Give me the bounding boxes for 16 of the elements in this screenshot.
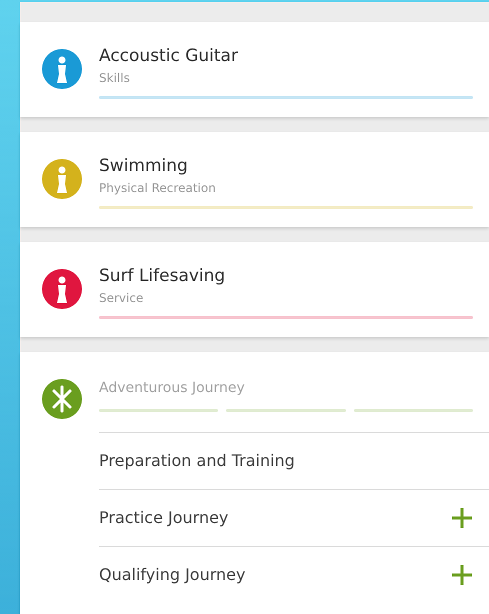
activity-title: Accoustic Guitar (99, 45, 239, 67)
journey-step[interactable]: Preparation and Training (99, 449, 295, 473)
activity-card[interactable]: Adventurous Journey Preparation and Training Practice Journey Qualifying Journey (20, 352, 489, 614)
activity-card[interactable]: Accoustic Guitar Skills (20, 22, 489, 117)
journey-step[interactable]: Practice Journey (99, 506, 228, 530)
activity-category: Skills (99, 70, 131, 87)
add-icon[interactable] (451, 564, 473, 586)
activity-title: Surf Lifesaving (99, 265, 226, 287)
activity-card[interactable]: Swimming Physical Recreation (20, 132, 489, 227)
add-icon[interactable] (451, 507, 473, 529)
activity-title: Swimming (99, 155, 189, 177)
activity-title: Adventurous Journey (99, 379, 246, 398)
activity-card[interactable]: Surf Lifesaving Service (20, 242, 489, 337)
activity-category: Service (99, 290, 144, 307)
journey-step[interactable]: Qualifying Journey (99, 563, 246, 587)
activity-category: Physical Recreation (99, 180, 217, 197)
